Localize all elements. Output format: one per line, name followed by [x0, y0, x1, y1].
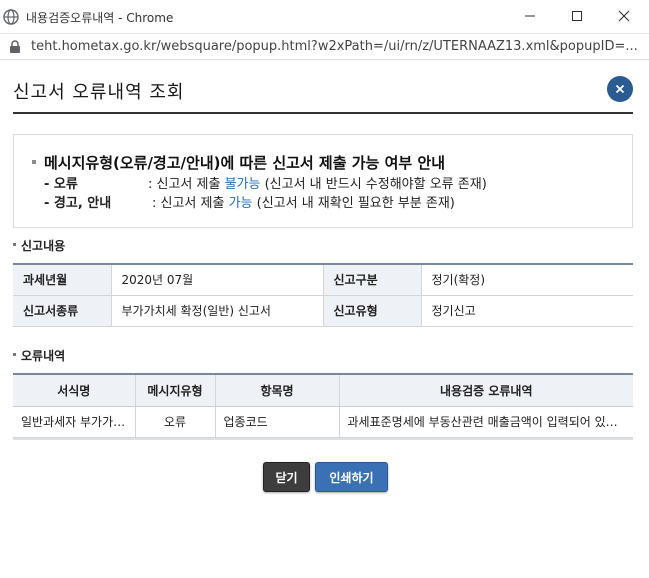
table-row: 과세년월 2020년 07월 신고구분 정기(확정) [13, 264, 633, 296]
notice-heading: 메시지유형(오류/경고/안내)에 따른 신고서 제출 가능 여부 안내 [32, 152, 445, 173]
notice-warn-prefix: : 신고서 제출 [152, 196, 229, 211]
notice-error-prefix: : 신고서 제출 [148, 177, 225, 192]
window-title: 내용검증오류내역 - Chrome [26, 11, 174, 25]
report-info-table: 과세년월 2020년 07월 신고구분 정기(확정) 신고서종류 부가가치세 확… [13, 263, 633, 327]
report-form-type-value: 부가가치세 확정(일반) 신고서 [111, 295, 324, 327]
maximize-icon [572, 11, 582, 21]
notice-warn-status: 가능 [228, 196, 253, 211]
grid-header-row: 서식명 메시지유형 항목명 내용검증 오류내역 [13, 374, 633, 407]
report-form-type-label: 신고서종류 [13, 295, 112, 327]
notice-warn-row: - 경고, 안내 : 신고서 제출 가능 (신고서 내 재확인 필요한 부분 존재… [44, 192, 455, 211]
column-header-error-detail[interactable]: 내용검증 오류내역 [339, 374, 633, 407]
header-divider [13, 112, 633, 114]
close-icon [618, 10, 630, 22]
bullet-icon [13, 353, 16, 356]
page-title: 신고서 오류내역 조회 [13, 82, 185, 103]
notice-box: 메시지유형(오류/경고/안내)에 따른 신고서 제출 가능 여부 안내 - 오류… [13, 134, 633, 228]
url-text[interactable]: teht.hometax.go.kr/websquare/popup.html?… [31, 39, 643, 54]
tax-period-value: 2020년 07월 [111, 264, 324, 296]
notice-error-row: - 오류 : 신고서 제출 불가능 (신고서 내 반드시 수정해야할 오류 존재) [44, 173, 487, 192]
minimize-button[interactable] [507, 0, 553, 32]
column-header-form[interactable]: 서식명 [13, 374, 136, 407]
notice-warn-label: - 경고, 안내 [44, 196, 112, 211]
maximize-button[interactable] [554, 0, 600, 32]
tax-period-label: 과세년월 [13, 264, 112, 296]
minimize-icon [525, 15, 535, 17]
error-section-title-text: 오류내역 [21, 349, 66, 363]
close-button[interactable]: 닫기 [263, 462, 310, 492]
report-type-value: 정기신고 [421, 295, 633, 327]
column-header-item[interactable]: 항목명 [215, 374, 340, 407]
cell-message-type[interactable]: 오류 [135, 406, 216, 438]
error-section-title: 오류내역 [13, 347, 65, 364]
cell-error-detail[interactable]: 과세표준명세에 부동산관련 매출금액이 입력되어 있습니다. [339, 406, 633, 438]
error-grid: 서식명 메시지유형 항목명 내용검증 오류내역 일반과세자 부가가치세 신고서 … [13, 373, 633, 438]
cell-form-name[interactable]: 일반과세자 부가가치세 신고서 [13, 406, 136, 438]
table-row: 신고서종류 부가가치세 확정(일반) 신고서 신고유형 정기신고 [13, 295, 633, 327]
report-type-label: 신고유형 [323, 295, 422, 327]
address-bar[interactable]: teht.hometax.go.kr/websquare/popup.html?… [0, 34, 649, 60]
notice-error-suffix: (신고서 내 반드시 수정해야할 오류 존재) [260, 177, 487, 192]
lock-icon [10, 40, 20, 53]
bullet-icon [13, 243, 16, 246]
report-section-title-text: 신고내용 [21, 239, 66, 253]
column-header-message-type[interactable]: 메시지유형 [135, 374, 216, 407]
report-category-value: 정기(확정) [421, 264, 633, 296]
grid-scrollbar[interactable] [13, 438, 633, 440]
window-close-button[interactable] [601, 0, 647, 32]
close-icon [615, 84, 625, 94]
report-category-label: 신고구분 [323, 264, 422, 296]
notice-error-status: 불가능 [224, 177, 261, 192]
notice-heading-text: 메시지유형(오류/경고/안내)에 따른 신고서 제출 가능 여부 안내 [44, 154, 446, 172]
cell-item-name[interactable]: 업종코드 [215, 406, 340, 438]
notice-warn-suffix: (신고서 내 재확인 필요한 부분 존재) [252, 196, 455, 211]
globe-icon [3, 9, 19, 25]
print-button[interactable]: 인쇄하기 [315, 462, 388, 492]
bullet-icon [32, 159, 36, 164]
notice-error-label: - 오류 [44, 177, 78, 192]
popup-close-button[interactable] [607, 76, 633, 102]
report-section-title: 신고내용 [13, 237, 65, 254]
table-row[interactable]: 일반과세자 부가가치세 신고서 오류 업종코드 과세표준명세에 부동산관련 매출… [13, 406, 633, 438]
window-titlebar: 내용검증오류내역 - Chrome [0, 0, 649, 34]
